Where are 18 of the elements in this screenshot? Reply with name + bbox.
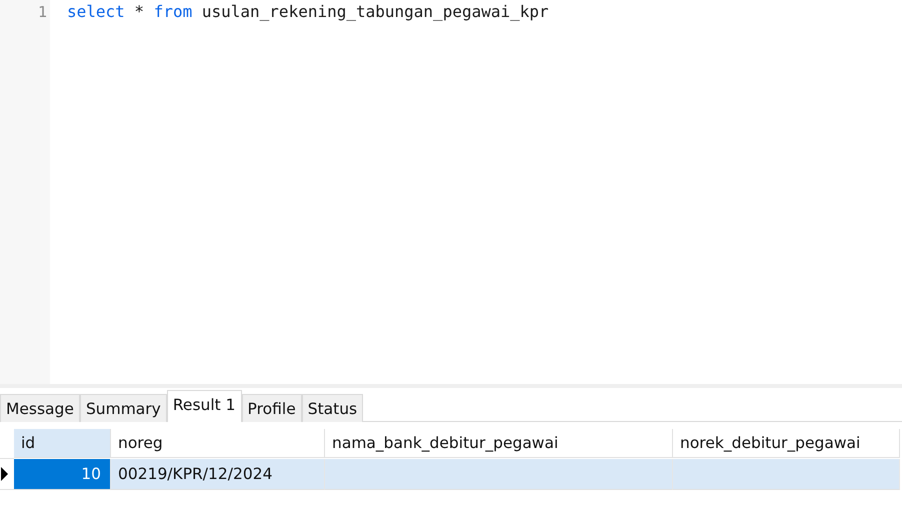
result-tab[interactable]: Summary (80, 394, 167, 422)
table-cell[interactable]: 10 (14, 459, 111, 490)
result-tab[interactable]: Status (302, 394, 364, 422)
result-tab[interactable]: Message (0, 394, 80, 422)
sql-text: usulan_rekening_tabungan_pegawai_kpr (200, 1, 549, 23)
table-cell[interactable]: 00219/KPR/12/2024 (111, 459, 325, 490)
column-header[interactable]: norek_debitur_pegawai (673, 429, 900, 458)
sql-keyword: from (154, 1, 192, 23)
sql-keyword: select (67, 1, 125, 23)
column-header[interactable]: id (14, 429, 111, 458)
column-header[interactable]: noreg (111, 429, 325, 458)
result-tab[interactable]: Profile (242, 394, 302, 422)
sql-text: * (133, 1, 146, 23)
table-cell[interactable] (673, 459, 900, 490)
result-tab[interactable]: Result 1 (166, 390, 242, 422)
line-number: 1 (38, 2, 48, 23)
table-cell[interactable] (325, 459, 673, 490)
column-header[interactable]: nama_bank_debitur_pegawai (325, 429, 673, 458)
